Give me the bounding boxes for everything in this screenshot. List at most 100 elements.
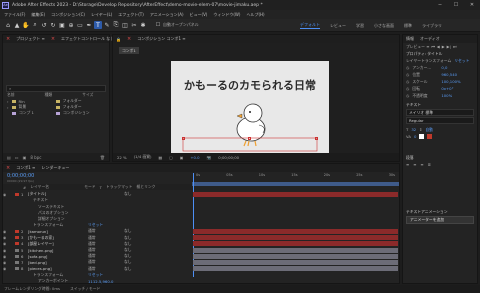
stopwatch-icon[interactable]: ◷ bbox=[406, 86, 409, 91]
label-color-swatch[interactable] bbox=[15, 199, 19, 202]
tab-effect-controls[interactable]: エフェクトコントロール なし bbox=[61, 36, 114, 42]
layer-name[interactable]: アンカーポイント bbox=[38, 278, 88, 284]
trash-icon[interactable]: 🗑 bbox=[100, 155, 105, 160]
last-frame-icon[interactable]: ⏭ bbox=[453, 44, 456, 49]
layer-duration-bar[interactable] bbox=[193, 266, 398, 272]
visibility-eye-icon[interactable]: ◉ bbox=[3, 229, 11, 234]
stopwatch-icon[interactable]: ◷ bbox=[406, 65, 409, 70]
timeline-ruler[interactable]: 0s 05s 10s 15s 20s 25s 30s bbox=[192, 173, 399, 181]
tab-render-queue[interactable]: レンダーキュー bbox=[41, 165, 69, 171]
grid-icon[interactable]: ▦ bbox=[159, 155, 163, 160]
label-color-swatch[interactable] bbox=[15, 242, 19, 246]
close-icon[interactable]: × bbox=[6, 36, 10, 42]
add-animator-button[interactable]: アニメーターを追加 bbox=[406, 216, 474, 224]
layer-name[interactable]: [sofa.png] bbox=[28, 254, 88, 259]
label-color-swatch[interactable] bbox=[15, 218, 19, 221]
align-right-icon[interactable]: ≡ bbox=[420, 162, 423, 167]
label-color-swatch[interactable] bbox=[15, 254, 19, 258]
menu-effect[interactable]: エフェクト(T) bbox=[118, 12, 144, 18]
zoom-dropdown[interactable]: 22 % bbox=[117, 155, 127, 160]
color-offset[interactable]: +0.0 bbox=[190, 155, 199, 160]
rotate-icon[interactable]: ↻ bbox=[49, 21, 57, 29]
anchor-icon[interactable]: ⊕ bbox=[67, 21, 75, 29]
layer-duration-bar[interactable] bbox=[193, 228, 398, 234]
layer-row[interactable]: アンカーポイント 1112.5,960.0 bbox=[3, 278, 192, 285]
workspace-learn[interactable]: 学習 bbox=[356, 23, 364, 29]
region-icon[interactable]: ▣ bbox=[180, 155, 184, 160]
switch-mode-toggle[interactable]: スイッチ / モード bbox=[70, 286, 100, 292]
font-family-dropdown[interactable]: メイリオ 標準 bbox=[406, 109, 474, 116]
close-button[interactable]: ✕ bbox=[464, 0, 480, 10]
justify-icon[interactable]: ≣ bbox=[428, 162, 431, 167]
visibility-eye-icon[interactable]: ◉ bbox=[3, 235, 11, 240]
label-color-swatch[interactable] bbox=[15, 267, 19, 271]
reset-button[interactable]: リセット bbox=[454, 58, 469, 64]
chevron-right-icon[interactable]: › bbox=[7, 105, 9, 110]
workspace-libraries[interactable]: ライブラリ bbox=[422, 23, 442, 29]
close-icon[interactable]: × bbox=[127, 36, 131, 42]
layer-name[interactable]: [kitchen.png] bbox=[28, 248, 88, 253]
chevron-right-icon[interactable]: › bbox=[7, 99, 9, 104]
stopwatch-icon[interactable]: ◷ bbox=[406, 93, 409, 98]
column-size[interactable]: サイズ bbox=[82, 92, 93, 98]
puppet-icon[interactable]: ✱ bbox=[139, 21, 147, 29]
label-color-swatch[interactable] bbox=[15, 224, 19, 227]
layer-name[interactable]: [bed.png] bbox=[28, 260, 88, 265]
column-type[interactable]: 種類 bbox=[45, 92, 53, 98]
new-comp-icon[interactable]: ▣ bbox=[23, 155, 27, 160]
home-icon[interactable]: ⌂ bbox=[4, 21, 12, 29]
stamp-icon[interactable]: ⎘ bbox=[112, 21, 120, 29]
selection-handle[interactable] bbox=[248, 137, 251, 140]
work-area-bar[interactable] bbox=[192, 182, 399, 186]
menu-composition[interactable]: コンポジション(C) bbox=[51, 12, 85, 18]
close-icon[interactable]: × bbox=[6, 165, 10, 171]
brush-icon[interactable]: ✎ bbox=[103, 21, 111, 29]
label-color-swatch[interactable] bbox=[15, 260, 19, 264]
selection-handle[interactable] bbox=[182, 137, 185, 140]
menu-window[interactable]: ウィンドウ(W) bbox=[213, 12, 240, 18]
orbit-icon[interactable]: ↺ bbox=[40, 21, 48, 29]
layer-duration-bar[interactable] bbox=[193, 235, 398, 241]
next-frame-icon[interactable]: ▶| bbox=[447, 44, 451, 49]
label-color-swatch[interactable] bbox=[15, 248, 19, 252]
menu-edit[interactable]: 編集(E) bbox=[31, 12, 45, 18]
rect-icon[interactable]: ▭ bbox=[76, 21, 84, 29]
layer-duration-bar[interactable] bbox=[193, 259, 398, 265]
selection-handle[interactable] bbox=[315, 137, 318, 140]
menu-view[interactable]: ビュー(V) bbox=[190, 12, 208, 18]
label-color-swatch[interactable] bbox=[15, 273, 19, 276]
workspace-standard[interactable]: 標準 bbox=[404, 23, 412, 29]
list-item[interactable]: コンプ 1 コンポジション bbox=[3, 110, 109, 116]
zoom-icon[interactable]: ⌕ bbox=[31, 21, 39, 29]
bpc-label[interactable]: 8 bpc bbox=[30, 155, 41, 160]
snap-checkbox-icon[interactable]: ☐ bbox=[154, 21, 162, 29]
visibility-eye-icon[interactable]: ◉ bbox=[3, 266, 11, 271]
layer-name[interactable]: [kamorun] bbox=[28, 229, 88, 234]
workspace-review[interactable]: レビュー bbox=[330, 23, 346, 29]
composition-canvas[interactable]: かもーるのカモられる日常 bbox=[171, 61, 329, 153]
visibility-eye-icon[interactable]: ◉ bbox=[3, 260, 11, 265]
align-center-icon[interactable]: ≡ bbox=[413, 162, 416, 167]
label-color-swatch[interactable] bbox=[15, 229, 19, 233]
align-left-icon[interactable]: ≡ bbox=[406, 162, 409, 167]
hand-icon[interactable]: ✋ bbox=[22, 21, 30, 29]
lock-icon[interactable]: 🔒 bbox=[116, 37, 121, 42]
label-color-swatch[interactable] bbox=[15, 211, 19, 214]
prev-frame-icon[interactable]: ◀ bbox=[437, 44, 440, 49]
stopwatch-icon[interactable]: ◷ bbox=[406, 79, 409, 84]
layer-duration-bar[interactable] bbox=[193, 253, 398, 259]
snap-label[interactable]: 自動オープンパネル bbox=[163, 22, 199, 28]
font-size-field[interactable]: 32 bbox=[411, 127, 416, 132]
tracking-field[interactable]: 0 bbox=[414, 134, 416, 139]
layer-name[interactable]: [pieces.png] bbox=[28, 266, 88, 271]
layer-duration-bar[interactable] bbox=[193, 247, 398, 253]
comp-sub-tab[interactable]: コンポ1 bbox=[119, 47, 139, 54]
tab-project[interactable]: プロジェクト ≡ bbox=[16, 36, 45, 42]
layer-mode[interactable]: 1112.5,960.0 bbox=[88, 279, 124, 284]
label-color-swatch[interactable] bbox=[15, 236, 19, 240]
font-style-dropdown[interactable]: Regular bbox=[406, 117, 474, 124]
selection-icon[interactable]: ▲ bbox=[13, 21, 21, 29]
label-color-swatch[interactable] bbox=[15, 192, 19, 196]
tab-composition[interactable]: コンポジション コンポ1 ≡ bbox=[137, 36, 185, 42]
tab-preview[interactable]: プレビュー ≡ bbox=[406, 44, 429, 50]
